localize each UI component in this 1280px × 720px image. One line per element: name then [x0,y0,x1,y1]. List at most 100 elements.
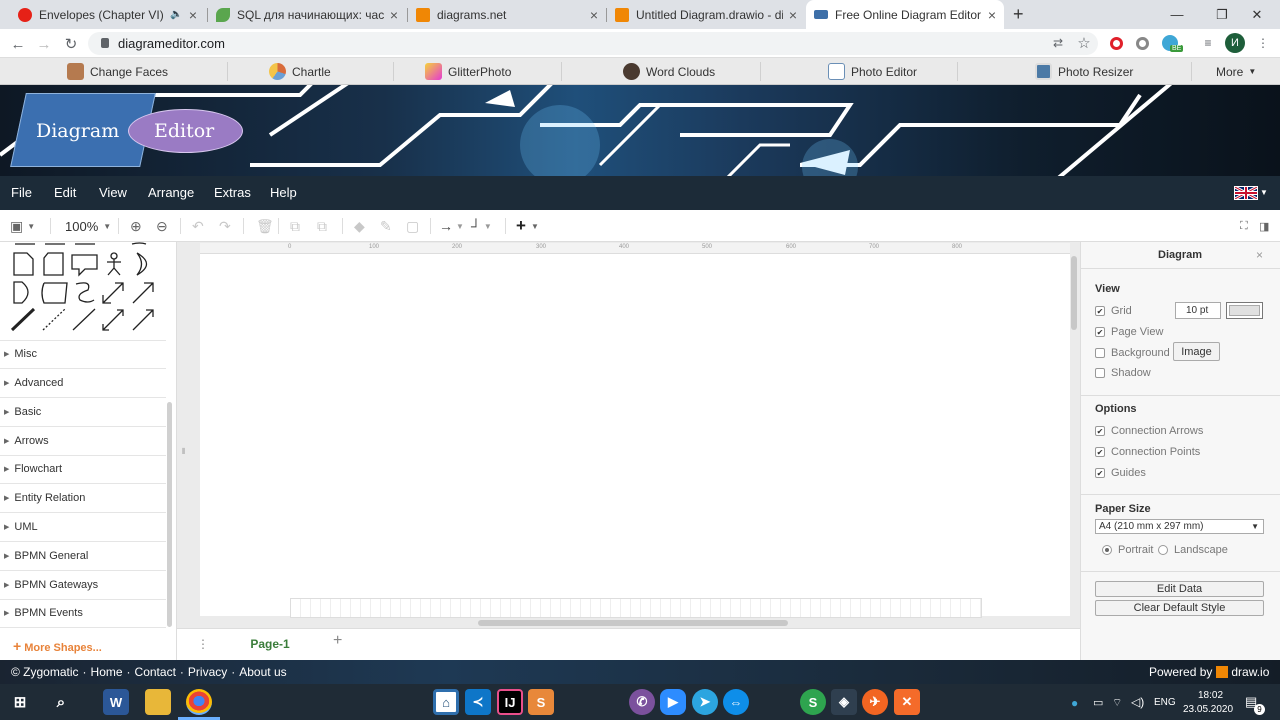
chrome-icon[interactable] [186,689,212,715]
zoom-select[interactable]: 100% ▼ [65,218,111,234]
vscode-icon[interactable]: ≺ [465,689,491,715]
menu-edit[interactable]: Edit [54,185,76,200]
telegram-icon[interactable]: ➤ [692,689,718,715]
tab-page-1[interactable]: Page-1 [214,629,326,660]
close-icon[interactable]: × [390,7,398,23]
to-back-icon[interactable]: ⧉ [317,218,327,234]
powered-by[interactable]: Powered by draw.io [1149,665,1269,679]
zoom-app-icon[interactable]: ▶ [660,689,686,715]
star-icon[interactable]: ☆ [1076,35,1092,52]
zoom-in-icon[interactable]: ⊕ [130,218,142,234]
tray-network-icon[interactable]: ⌔ [1112,696,1122,710]
undo-icon[interactable]: ↶ [192,218,204,234]
browser-tab[interactable]: Envelopes (Chapter VI) - You 🔈 × [10,0,205,29]
close-icon[interactable]: × [988,7,996,23]
category-entity-relation[interactable]: ▶ Entity Relation [0,484,166,513]
portrait-radio[interactable]: Portrait [1102,544,1153,556]
uk-flag-icon[interactable] [1234,185,1258,201]
footer-link-about[interactable]: About us [239,665,286,679]
bookmark-chartle[interactable]: Chartle [269,62,331,81]
footer-link-contact[interactable]: Contact [135,665,176,679]
menu-extras[interactable]: Extras [214,185,251,200]
close-icon[interactable]: × [789,7,797,23]
playlist-icon[interactable]: ≡ [1200,35,1216,51]
checkbox-checked[interactable]: ✔ [1095,426,1105,436]
paper-size-select[interactable]: A4 (210 mm x 297 mm) ▼ [1095,519,1264,534]
diagram-page[interactable] [200,254,1070,616]
bookmark-photo-resizer[interactable]: Photo Resizer [1035,62,1133,81]
clock-time[interactable]: 18:02 [1198,690,1223,701]
new-tab-button[interactable]: + [1013,4,1024,25]
pages-menu-icon[interactable]: ⋮ [197,637,209,651]
bookmark-glitterphoto[interactable]: GlitterPhoto [425,62,511,81]
checkbox-unchecked[interactable] [1095,348,1105,358]
horizontal-scrollbar[interactable] [478,620,788,626]
bookmark-word-clouds[interactable]: Word Clouds [623,62,715,81]
clear-default-style-button[interactable]: Clear Default Style [1095,600,1264,616]
browser-tab-active[interactable]: Free Online Diagram Editor × [806,0,1004,29]
browser-tab[interactable]: SQL для начинающих: часть 3 - × [208,0,406,29]
image-button[interactable]: Image [1173,342,1220,361]
landscape-radio[interactable]: Landscape [1158,544,1228,556]
category-flowchart[interactable]: ▶ Flowchart [0,455,166,484]
redo-icon[interactable]: ↷ [219,218,231,234]
page-view-checkbox[interactable]: ✔ Page View [1095,326,1163,338]
to-front-icon[interactable]: ⧉ [290,218,300,234]
checkbox-unchecked[interactable] [1095,368,1105,378]
back-arrow-icon[interactable]: ← [7,33,29,55]
bookmarks-more-button[interactable]: More ▼ [1216,62,1256,81]
bookmark-change-faces[interactable]: Change Faces [67,62,168,81]
menu-help[interactable]: Help [270,185,297,200]
url-text[interactable]: diagrameditor.com [118,36,225,51]
search-icon[interactable]: ⌕ [48,689,74,715]
delete-icon[interactable]: 🗑 [256,218,274,234]
line-color-icon[interactable]: ✎ [380,218,392,234]
minimize-button[interactable]: — [1154,0,1200,29]
format-panel-toggle-icon[interactable]: ◨ [1259,218,1269,234]
background-checkbox[interactable]: Background [1095,347,1170,359]
sidebar-scrollbar[interactable] [167,402,172,627]
category-advanced[interactable]: ▶ Advanced [0,369,166,398]
category-bpmn-general[interactable]: ▶ BPMN General [0,542,166,571]
radio-selected[interactable] [1102,545,1112,555]
add-page-button[interactable]: + [333,632,342,650]
checkbox-checked[interactable]: ✔ [1095,306,1105,316]
tray-battery-icon[interactable]: ▭ [1093,696,1103,709]
checkbox-checked[interactable]: ✔ [1095,447,1105,457]
reload-icon[interactable]: ↻ [60,33,82,55]
radio-unselected[interactable] [1158,545,1168,555]
checkbox-checked[interactable]: ✔ [1095,468,1105,478]
connection-style-icon[interactable]: → ▼ [439,218,464,234]
panel-toggle-icon[interactable]: ▣ ▼ [10,218,35,234]
grid-color-button[interactable] [1226,302,1263,319]
browser-tab[interactable]: Untitled Diagram.drawio - diagra × [607,0,805,29]
checkbox-checked[interactable]: ✔ [1095,327,1105,337]
more-shapes-button[interactable]: + More Shapes... [13,638,102,654]
close-icon[interactable]: × [1256,248,1263,262]
tray-cloud-icon[interactable]: ● [1071,696,1078,710]
menu-view[interactable]: View [99,185,127,200]
connection-points-checkbox[interactable]: ✔ Connection Points [1095,446,1200,458]
clock-date[interactable]: 23.05.2020 [1183,704,1233,715]
opera-icon[interactable] [1110,37,1123,50]
teamviewer-icon[interactable]: ⇔ [723,689,749,715]
close-icon[interactable]: × [189,7,197,23]
fill-color-icon[interactable]: ◆ [354,218,365,234]
browser-tab[interactable]: diagrams.net × [408,0,606,29]
windows-start-icon[interactable]: ⊞ [7,689,33,715]
postman-icon[interactable]: ✈ [862,689,888,715]
category-arrows[interactable]: ▶ Arrows [0,427,166,456]
zoom-out-icon[interactable]: ⊖ [156,218,168,234]
vertical-scrollbar[interactable] [1071,256,1077,330]
extension-icon[interactable] [1136,37,1149,50]
file-explorer-icon[interactable] [145,689,171,715]
bookmark-photo-editor[interactable]: Photo Editor [828,62,917,81]
avatar[interactable]: И [1225,33,1245,53]
forward-arrow-icon[interactable]: → [33,33,55,55]
viber-icon[interactable]: ✆ [629,689,655,715]
category-basic[interactable]: ▶ Basic [0,398,166,427]
close-icon[interactable]: × [590,7,598,23]
footer-link-privacy[interactable]: Privacy [188,665,227,679]
s-app-icon[interactable]: S [800,689,826,715]
intellij-icon[interactable]: IJ [497,689,523,715]
